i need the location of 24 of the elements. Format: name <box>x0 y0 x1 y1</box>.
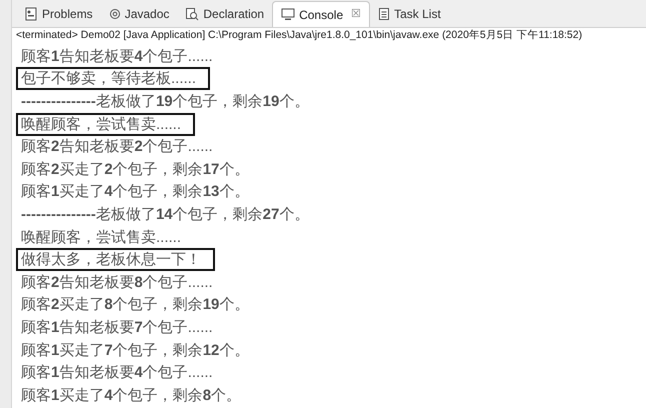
warning-list-icon <box>24 7 38 21</box>
console-line: 顾客2告知老板要2个包子...... <box>20 137 213 156</box>
console-line: 顾客1买走了4个包子，剩余13个。 <box>20 182 250 202</box>
view-tab[interactable]: Console ☒ <box>272 1 370 27</box>
console-line: 顾客2告知老板要8个包子...... <box>20 272 213 292</box>
console-line: 顾客1告知老板要4个包子...... <box>20 363 213 382</box>
console-line: 顾客1买走了7个包子，剩余12个。 <box>20 340 250 360</box>
close-icon[interactable]: ☒ <box>351 6 362 23</box>
console-line: 顾客1买走了4个包子，剩余8个。 <box>20 386 242 405</box>
view-tab[interactable]: Declaration <box>177 1 272 27</box>
console-line: ---------------老板做了14个包子，剩余27个。 <box>20 204 310 224</box>
monitor-icon <box>281 8 296 21</box>
console-line: ---------------老板做了19个包子，剩余19个。 <box>20 92 310 111</box>
view-tab[interactable]: Javadoc <box>100 1 178 27</box>
view-tab[interactable]: Problems <box>16 1 101 27</box>
console-line: 顾客2买走了2个包子，剩余17个。 <box>20 160 250 179</box>
console-line: 顾客1告知老板要4个包子...... <box>20 46 213 66</box>
console-status: <terminated> Demo02 [Java Application] C:\Program Files\Java\jre1.8.0_101\bin\javaw.exe (2020年5月5日 下午11:18:52) <box>15 28 584 43</box>
checklist-icon <box>378 7 390 21</box>
view-tab[interactable]: Task List <box>370 1 449 27</box>
console-line: 顾客1告知老板要7个包子...... <box>20 318 213 337</box>
console-line: 唤醒顾客，尝试售卖...... <box>20 228 182 247</box>
console-line: 顾客2买走了8个包子，剩余19个。 <box>20 295 250 314</box>
document-magnifier-icon <box>185 7 200 21</box>
